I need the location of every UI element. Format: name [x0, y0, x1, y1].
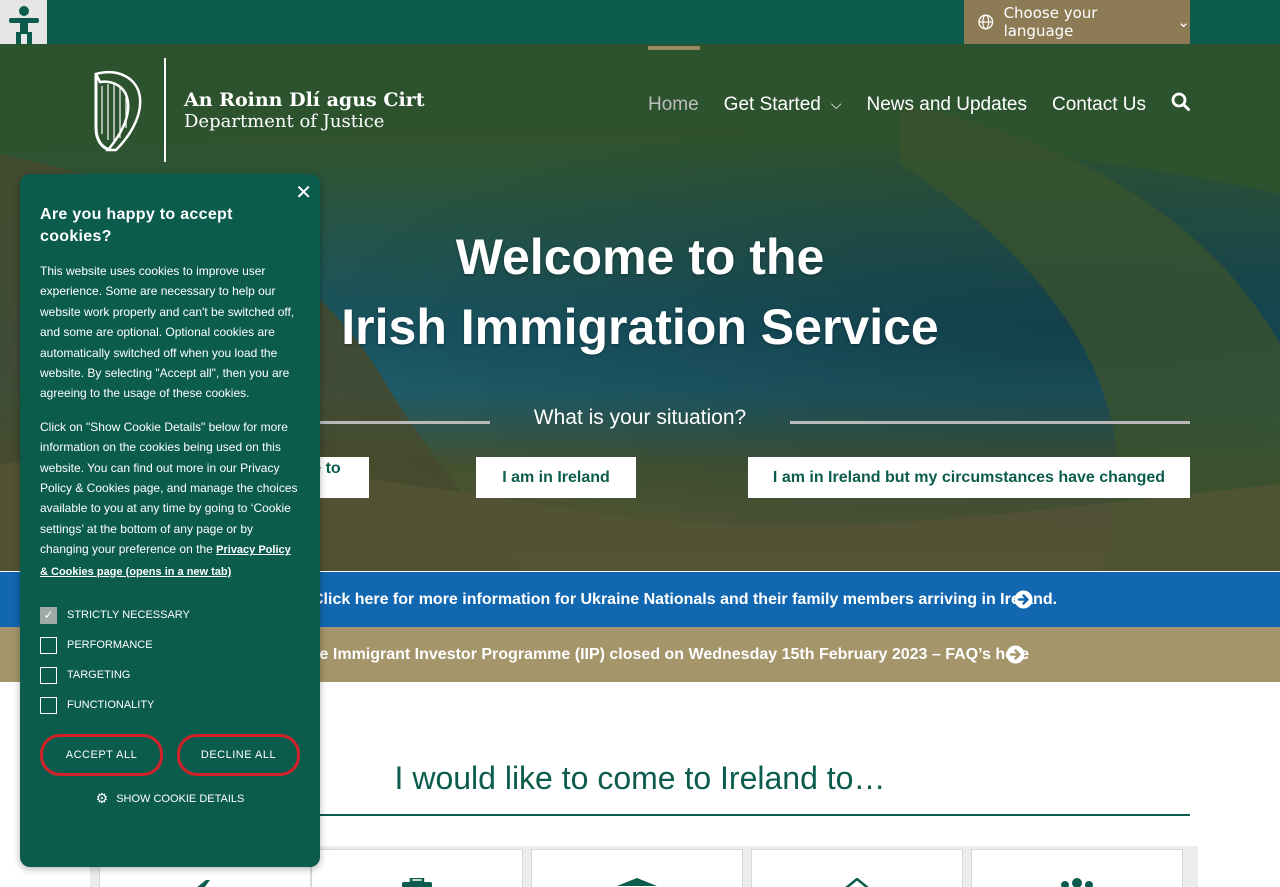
option-card-live[interactable] — [751, 849, 963, 887]
logo-irish-text: An Roinn Dlí agus Cirt — [184, 88, 425, 111]
accept-all-button[interactable]: ACCEPT ALL — [40, 734, 163, 777]
option-card-work[interactable] — [311, 849, 523, 887]
cookie-title: Are you happy to accept cookies? — [40, 206, 233, 245]
cookie-buttons: ACCEPT ALL DECLINE ALL — [40, 734, 300, 777]
cookie-options: ✓ STRICTLY NECESSARY PERFORMANCE TARGETI… — [40, 600, 300, 720]
nav-get-started-label: Get Started — [723, 93, 821, 115]
close-icon[interactable]: ✕ — [295, 180, 312, 205]
search-icon — [1171, 92, 1190, 111]
iip-banner-text: The Immigrant Investor Programme (IIP) c… — [300, 646, 1030, 663]
nav-item-home[interactable]: Home — [647, 45, 700, 116]
checkbox-performance[interactable] — [40, 636, 57, 654]
option-label: PERFORMANCE — [67, 639, 153, 652]
home-icon — [845, 878, 869, 887]
logo-divider — [164, 58, 166, 162]
cookie-consent-dialog: ✕ Are you happy to accept cookies? This … — [20, 174, 320, 867]
chevron-down-icon: ⌄ — [1177, 13, 1190, 31]
nav-item-get-started[interactable]: Get Started ⌵ — [724, 94, 842, 116]
logo-text: An Roinn Dlí agus Cirt Department of Jus… — [184, 89, 424, 132]
cookie-option-strictly-necessary: ✓ STRICTLY NECESSARY — [40, 600, 300, 630]
option-label: FUNCTIONALITY — [67, 699, 155, 712]
nav-item-contact[interactable]: Contact Us — [1052, 94, 1146, 116]
chevron-down-icon: ⌵ — [830, 96, 842, 112]
cookie-option-functionality[interactable]: FUNCTIONALITY — [40, 690, 300, 720]
gear-icon: ⚙ — [95, 790, 109, 807]
divider-line — [790, 421, 1190, 424]
ukraine-banner-text: Click here for more information for Ukra… — [312, 591, 1058, 608]
graduation-cap-icon — [617, 878, 657, 886]
option-label: STRICTLY NECESSARY — [67, 609, 190, 622]
option-card-family[interactable] — [971, 849, 1183, 887]
show-cookie-details-label: SHOW COOKIE DETAILS — [116, 792, 245, 805]
logo-english-text: Department of Justice — [184, 110, 385, 132]
cookie-text-1: This website uses cookies to improve use… — [40, 264, 295, 401]
option-label: TARGETING — [67, 669, 131, 682]
circumstances-changed-button[interactable]: I am in Ireland but my circumstances hav… — [748, 457, 1190, 498]
nav-news-label: News and Updates — [866, 93, 1028, 115]
checkbox-strictly-necessary: ✓ — [40, 606, 57, 624]
checkbox-functionality[interactable] — [40, 696, 57, 714]
language-label: Choose your language — [1003, 4, 1098, 40]
show-cookie-details-button[interactable]: ⚙ SHOW COOKIE DETAILS — [40, 790, 300, 807]
briefcase-icon — [402, 878, 432, 887]
arrow-circle-right-icon — [1014, 590, 1033, 609]
nav-home-label: Home — [647, 93, 699, 115]
cookie-option-targeting[interactable]: TARGETING — [40, 660, 300, 690]
cookie-text-2: Click on "Show Cookie Details" below for… — [40, 417, 300, 582]
option-card-study[interactable] — [531, 849, 743, 887]
harp-icon — [94, 71, 142, 152]
cookie-text-2-body: Click on "Show Cookie Details" below for… — [40, 419, 298, 557]
plane-icon — [197, 880, 210, 887]
main-nav: Home Get Started ⌵ News and Updates Conta… — [623, 45, 1190, 117]
arrow-circle-right-icon — [1006, 645, 1025, 664]
cookie-option-performance[interactable]: PERFORMANCE — [40, 630, 300, 660]
nav-contact-label: Contact Us — [1052, 93, 1146, 115]
decline-all-button[interactable]: DECLINE ALL — [177, 734, 300, 777]
people-icon — [1061, 878, 1093, 887]
language-selector[interactable]: Choose your language ⌄ — [964, 0, 1190, 44]
in-ireland-button[interactable]: I am in Ireland — [476, 457, 636, 498]
globe-icon — [978, 14, 994, 30]
nav-item-news[interactable]: News and Updates — [866, 94, 1027, 116]
department-logo[interactable]: An Roinn Dlí agus Cirt Department of Jus… — [88, 58, 424, 162]
search-button[interactable] — [1171, 92, 1190, 117]
checkbox-targeting[interactable] — [40, 666, 57, 684]
